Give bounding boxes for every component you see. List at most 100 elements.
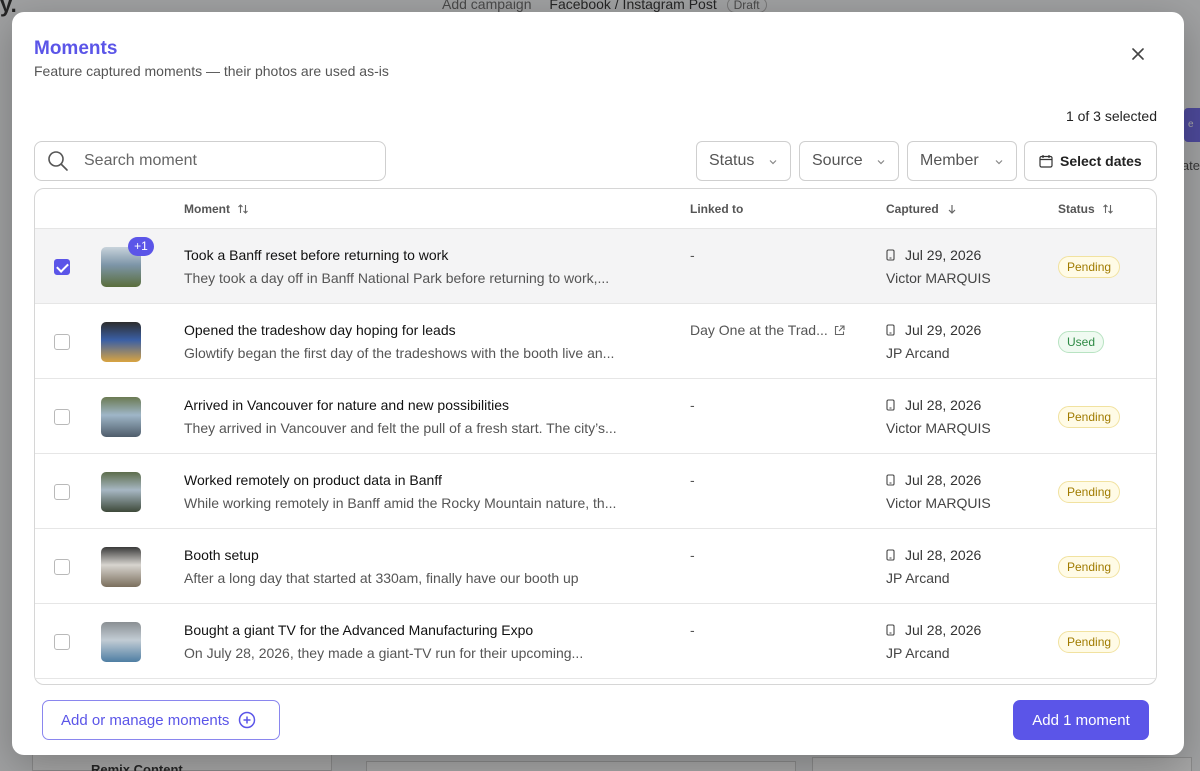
table-row[interactable]: Opened the tradeshow day hoping for lead… — [35, 304, 1156, 379]
captured-date: Jul 28, 2026 — [886, 397, 981, 413]
status-filter-label: Status — [709, 152, 755, 169]
linked-to: - — [690, 397, 695, 413]
row-checkbox[interactable] — [54, 259, 70, 275]
date-filter-button[interactable]: Select dates — [1024, 141, 1157, 181]
status-badge: Used — [1058, 331, 1105, 353]
phone-icon — [886, 624, 895, 636]
status-badge: Pending — [1058, 406, 1121, 428]
search-icon — [48, 151, 68, 171]
moment-thumbnail — [101, 547, 141, 587]
status-badge: Pending — [1058, 481, 1121, 503]
table-row[interactable]: Arrived in Vancouver for nature and new … — [35, 379, 1156, 454]
row-checkbox[interactable] — [54, 484, 70, 500]
linked-to-label: Day One at the Trad... — [690, 322, 828, 338]
captured-date: Jul 28, 2026 — [886, 547, 981, 563]
column-linked-to: Linked to — [690, 202, 744, 216]
linked-to: - — [690, 547, 695, 563]
moment-title: Booth setup — [184, 547, 259, 563]
moment-description: They arrived in Vancouver and felt the p… — [184, 420, 617, 436]
captured-by: JP Arcand — [886, 645, 950, 661]
sort-icon — [1103, 204, 1113, 214]
phone-icon — [886, 249, 895, 261]
source-filter[interactable]: Source — [799, 141, 899, 181]
linked-to-label: - — [690, 397, 695, 413]
column-status[interactable]: Status — [1058, 202, 1114, 216]
moment-title: Opened the tradeshow day hoping for lead… — [184, 322, 456, 338]
chevron-down-icon — [769, 160, 777, 165]
status-badge: Pending — [1058, 256, 1121, 278]
table-row[interactable]: Worked remotely on product data in Banff… — [35, 454, 1156, 529]
column-moment[interactable]: Moment — [184, 202, 249, 216]
row-checkbox[interactable] — [54, 334, 70, 350]
captured-date-label: Jul 28, 2026 — [905, 622, 982, 638]
status-badge: Pending — [1058, 631, 1121, 653]
selected-count: 1 of 3 selected — [1065, 108, 1157, 124]
modal-subtitle: Feature captured moments — their photos … — [34, 63, 389, 79]
member-filter[interactable]: Member — [907, 141, 1017, 181]
modal-title: Moments — [34, 38, 118, 59]
search-input[interactable] — [84, 152, 364, 170]
extra-photos-badge: +1 — [128, 237, 154, 256]
moment-thumbnail — [101, 622, 141, 662]
chevron-down-icon — [877, 160, 885, 165]
phone-icon — [886, 399, 895, 411]
table-row[interactable]: Bought a giant TV for the Advanced Manuf… — [35, 604, 1156, 679]
captured-by: Victor MARQUIS — [886, 495, 991, 511]
manage-button-label: Add or manage moments — [61, 711, 230, 729]
moment-title: Took a Banff reset before returning to w… — [184, 247, 449, 263]
moment-description: After a long day that started at 330am, … — [184, 570, 579, 586]
captured-date-label: Jul 29, 2026 — [905, 247, 982, 263]
captured-date: Jul 29, 2026 — [886, 247, 981, 263]
linked-to-label: - — [690, 622, 695, 638]
status-filter[interactable]: Status — [696, 141, 791, 181]
moment-title: Bought a giant TV for the Advanced Manuf… — [184, 622, 534, 638]
captured-date: Jul 29, 2026 — [886, 322, 981, 338]
moment-description: While working remotely in Banff amid the… — [184, 495, 617, 511]
column-moment-label: Moment — [184, 202, 230, 216]
captured-date-label: Jul 28, 2026 — [905, 397, 982, 413]
linked-to: - — [690, 472, 695, 488]
column-captured[interactable]: Captured — [886, 202, 958, 216]
linked-to: - — [690, 247, 695, 263]
calendar-icon — [1039, 155, 1053, 168]
external-link-icon[interactable] — [834, 325, 845, 336]
linked-to: - — [690, 622, 695, 638]
table-row[interactable]: Booth setup After a long day that starte… — [35, 529, 1156, 604]
captured-by: JP Arcand — [886, 345, 950, 361]
moment-description: On July 28, 2026, they made a giant-TV r… — [184, 645, 584, 661]
captured-date-label: Jul 28, 2026 — [905, 547, 982, 563]
member-filter-label: Member — [920, 152, 979, 169]
row-checkbox[interactable] — [54, 409, 70, 425]
column-status-label: Status — [1058, 202, 1095, 216]
date-filter-label: Select dates — [1060, 153, 1142, 169]
moment-thumbnail — [101, 397, 141, 437]
captured-by: JP Arcand — [886, 570, 950, 586]
moment-description: Glowtify began the first day of the trad… — [184, 345, 615, 361]
linked-to-label: - — [690, 247, 695, 263]
linked-to-label: - — [690, 472, 695, 488]
moment-title: Worked remotely on product data in Banff — [184, 472, 442, 488]
source-filter-label: Source — [812, 152, 863, 169]
search-box[interactable] — [34, 141, 386, 181]
moment-thumbnail — [101, 322, 141, 362]
captured-date: Jul 28, 2026 — [886, 622, 981, 638]
captured-date-label: Jul 29, 2026 — [905, 322, 982, 338]
table-row[interactable]: +1 Took a Banff reset before returning t… — [35, 229, 1156, 304]
phone-icon — [886, 324, 895, 336]
captured-by: Victor MARQUIS — [886, 420, 991, 436]
arrow-down-icon — [948, 205, 956, 214]
linked-to-label: - — [690, 547, 695, 563]
captured-date: Jul 28, 2026 — [886, 472, 981, 488]
add-moment-button[interactable]: Add 1 moment — [1013, 700, 1149, 740]
plus-circle-icon — [239, 711, 256, 729]
row-checkbox[interactable] — [54, 634, 70, 650]
moment-description: They took a day off in Banff National Pa… — [184, 270, 610, 286]
captured-date-label: Jul 28, 2026 — [905, 472, 982, 488]
phone-icon — [886, 549, 895, 561]
add-or-manage-moments-button[interactable]: Add or manage moments — [42, 700, 280, 740]
close-icon[interactable] — [1128, 44, 1148, 64]
sort-icon — [238, 204, 249, 214]
row-checkbox[interactable] — [54, 559, 70, 575]
moment-thumbnail — [101, 472, 141, 512]
linked-to[interactable]: Day One at the Trad... — [690, 322, 845, 338]
